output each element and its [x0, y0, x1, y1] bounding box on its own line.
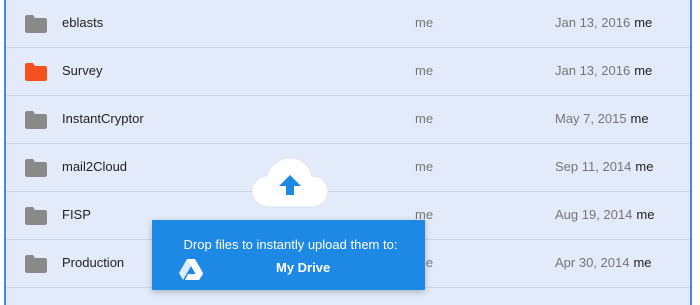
file-last-modified: Jan 13, 2016 me	[555, 15, 652, 30]
file-name[interactable]: Survey	[62, 63, 102, 78]
file-name[interactable]: Production	[62, 255, 124, 270]
file-row[interactable]: Survey me Jan 13, 2016 me	[6, 48, 690, 96]
modified-by: me	[634, 63, 653, 78]
modified-by: me	[635, 159, 654, 174]
file-owner: me	[415, 159, 434, 174]
modified-date: Aug 19, 2014	[555, 207, 633, 222]
file-last-modified: Sep 11, 2014 me	[555, 159, 653, 174]
file-last-modified: Aug 19, 2014 me	[555, 207, 654, 222]
folder-icon	[25, 111, 47, 129]
file-row[interactable]: mail2Cloud me Sep 11, 2014 me	[6, 144, 690, 192]
file-owner: me	[415, 15, 434, 30]
folder-icon	[25, 255, 47, 273]
modified-date: Apr 30, 2014	[555, 255, 630, 270]
folder-icon	[25, 15, 47, 33]
folder-icon	[25, 63, 47, 81]
folder-icon	[25, 159, 47, 177]
file-name[interactable]: eblasts	[62, 15, 103, 30]
cloud-upload-icon	[251, 157, 329, 211]
upload-destination: My Drive	[276, 260, 331, 275]
upload-message: Drop files to instantly upload them to:	[183, 237, 398, 252]
modified-by: me	[630, 111, 649, 126]
file-last-modified: Apr 30, 2014 me	[555, 255, 652, 270]
modified-date: May 7, 2015	[555, 111, 627, 126]
modified-date: Jan 13, 2016	[555, 15, 631, 30]
file-name[interactable]: InstantCryptor	[62, 111, 144, 126]
modified-by: me	[633, 255, 652, 270]
file-row[interactable]: InstantCryptor me May 7, 2015 me	[6, 96, 690, 144]
file-row[interactable]: eblasts me Jan 13, 2016 me	[6, 0, 690, 48]
modified-by: me	[634, 15, 653, 30]
upload-drop-toast: Drop files to instantly upload them to: …	[152, 220, 425, 290]
modified-date: Sep 11, 2014	[555, 159, 632, 174]
file-owner: me	[415, 111, 434, 126]
file-owner: me	[415, 63, 434, 78]
file-last-modified: May 7, 2015 me	[555, 111, 649, 126]
file-name[interactable]: FISP	[62, 207, 91, 222]
modified-by: me	[636, 207, 655, 222]
google-drive-icon	[179, 259, 203, 280]
file-name[interactable]: mail2Cloud	[62, 159, 127, 174]
folder-icon	[25, 207, 47, 225]
modified-date: Jan 13, 2016	[555, 63, 631, 78]
file-last-modified: Jan 13, 2016 me	[555, 63, 652, 78]
